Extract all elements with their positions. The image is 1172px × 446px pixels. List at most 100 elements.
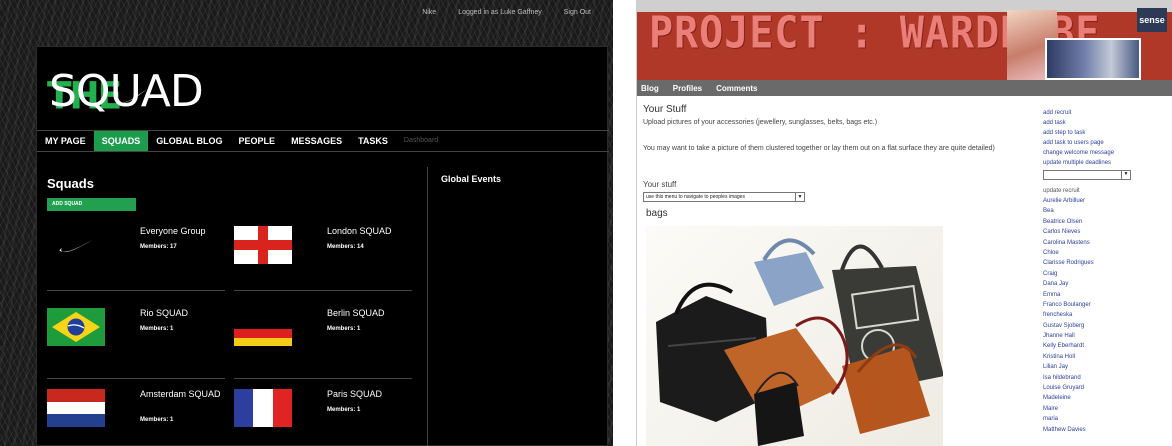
page-title: Your Stuff: [643, 104, 687, 115]
squad-card-amsterdam[interactable]: Amsterdam SQUAD Members: 1: [47, 389, 227, 446]
nav-my-page[interactable]: MY PAGE: [37, 131, 94, 151]
squad-card-everyone[interactable]: Everyone Group Members: 17: [47, 226, 228, 291]
nav-comments[interactable]: Comments: [716, 84, 757, 93]
list-item[interactable]: Matthew Davies: [1043, 425, 1143, 435]
tip-text: You may want to take a picture of them c…: [643, 145, 995, 152]
list-item[interactable]: Maire: [1043, 404, 1143, 414]
list-item[interactable]: Craig: [1043, 269, 1143, 279]
list-item[interactable]: Kelly Eberhardt: [1043, 341, 1143, 351]
squad-main-frame: THE SQUAD MY PAGE SQUADS GLOBAL BLOG PEO…: [36, 46, 609, 446]
stuff-select-label: Your stuff: [643, 180, 677, 189]
squad-members: Members: 1: [327, 326, 361, 332]
squad-members: Members: 17: [140, 244, 177, 250]
squad-app-screenshot: Nike Logged in as Luke Gaffney Sign Out …: [0, 0, 613, 446]
change-welcome-link[interactable]: change welcome message: [1043, 148, 1143, 158]
nav-dashboard[interactable]: Dashboard: [396, 131, 446, 151]
brazil-flag-icon: [47, 308, 105, 346]
recruit-heading: update recruit: [1043, 188, 1080, 194]
recruit-list: Aurelie Arbilluer Bea Beatrice Olsen Car…: [1043, 196, 1143, 435]
squad-members: Members: 14: [327, 244, 364, 250]
nav-messages[interactable]: MESSAGES: [283, 131, 350, 151]
squad-members: Members: 1: [327, 407, 361, 413]
squad-name[interactable]: Amsterdam SQUAD: [140, 389, 228, 400]
nav-blog[interactable]: Blog: [641, 84, 659, 93]
list-item[interactable]: Carolina Mastens: [1043, 238, 1143, 248]
select-value: use this menu to navigate to peoples ima…: [646, 194, 745, 200]
add-task-to-page-link[interactable]: add task to users page: [1043, 138, 1143, 148]
chevron-down-icon: ▼: [795, 193, 804, 201]
list-item[interactable]: Louise Gruyard: [1043, 383, 1143, 393]
list-item[interactable]: maria: [1043, 414, 1143, 424]
squad-card-rio[interactable]: Rio SQUAD Members: 1: [47, 308, 228, 379]
squad-name[interactable]: Paris SQUAD: [327, 389, 415, 400]
list-item[interactable]: Lilian Jay: [1043, 362, 1143, 372]
nav-tasks[interactable]: TASKS: [350, 131, 396, 151]
squad-name[interactable]: London SQUAD: [327, 226, 415, 237]
update-deadlines-link[interactable]: update multiple deadlines: [1043, 158, 1143, 168]
list-item[interactable]: Jhanne Hall: [1043, 331, 1143, 341]
add-task-link[interactable]: add task: [1043, 118, 1143, 128]
column-divider: [427, 167, 428, 446]
global-events-heading: Global Events: [441, 174, 502, 184]
top-link-nike[interactable]: Nike: [422, 9, 436, 16]
squad-name[interactable]: Rio SQUAD: [140, 308, 228, 319]
list-item[interactable]: Isa hildebrand: [1043, 373, 1143, 383]
chevron-down-icon: ▼: [1121, 171, 1130, 179]
england-flag-icon: [234, 226, 292, 264]
list-item[interactable]: Gustav Sjoberg: [1043, 321, 1143, 331]
germany-flag-icon: [234, 321, 292, 346]
squad-name[interactable]: Berlin SQUAD: [327, 308, 415, 319]
sense-logo: sense: [1137, 8, 1167, 32]
logo-squad: SQUAD: [49, 66, 204, 117]
list-item[interactable]: Clarisse Rodrigues: [1043, 258, 1143, 268]
france-flag-icon: [234, 389, 292, 427]
row-divider: [47, 378, 225, 379]
site-banner: PROJECT : WARDROBE sense: [637, 0, 1172, 80]
bags-photo[interactable]: [646, 226, 943, 446]
list-item[interactable]: Beatrice Olsen: [1043, 217, 1143, 227]
wardrobe-nav: Blog Profiles Comments: [637, 80, 1172, 96]
nav-profiles[interactable]: Profiles: [673, 84, 702, 93]
logged-in-text: Logged in as Luke Gaffney: [458, 9, 542, 16]
bags-illustration: [656, 238, 943, 446]
row-divider: [47, 290, 225, 291]
list-item[interactable]: frencheska: [1043, 310, 1143, 320]
list-item[interactable]: Bea: [1043, 206, 1143, 216]
add-recruit-link[interactable]: add recruit: [1043, 108, 1143, 118]
wardrobe-app-screenshot: PROJECT : WARDROBE sense Blog Profiles C…: [636, 0, 1172, 446]
row-divider: [234, 378, 412, 379]
section-heading: bags: [646, 208, 668, 219]
list-item[interactable]: Franco Boulanger: [1043, 300, 1143, 310]
nav-people[interactable]: PEOPLE: [231, 131, 284, 151]
the-squad-logo[interactable]: THE SQUAD: [47, 66, 204, 119]
squad-card-paris[interactable]: Paris SQUAD Members: 1: [234, 389, 414, 446]
squad-card-berlin[interactable]: Berlin SQUAD Members: 1: [234, 308, 415, 379]
squad-members: Members: 1: [140, 417, 174, 423]
list-item[interactable]: Dana Jay: [1043, 279, 1143, 289]
admin-sidebar: add recruit add task add step to task ad…: [1043, 108, 1143, 435]
nike-swoosh-icon: [47, 226, 105, 264]
list-item[interactable]: Aurelie Arbilluer: [1043, 196, 1143, 206]
add-squad-button[interactable]: ADD SQUAD: [47, 198, 136, 211]
instructions-text: Upload pictures of your accessories (jew…: [643, 119, 878, 126]
nav-squads[interactable]: SQUADS: [93, 131, 149, 151]
list-item[interactable]: Carlos Nieves: [1043, 227, 1143, 237]
banner-photo-clothes: [1045, 38, 1141, 80]
nav-global-blog[interactable]: GLOBAL BLOG: [148, 131, 230, 151]
list-item[interactable]: Madeleine: [1043, 393, 1143, 403]
main-nav: MY PAGE SQUADS GLOBAL BLOG PEOPLE MESSAG…: [37, 130, 609, 152]
row-divider: [234, 290, 412, 291]
squad-name[interactable]: Everyone Group: [140, 226, 228, 237]
list-item[interactable]: Kristina Holl: [1043, 352, 1143, 362]
list-item[interactable]: Chloe: [1043, 248, 1143, 258]
page-title: Squads: [47, 176, 94, 191]
sign-out-link[interactable]: Sign Out: [564, 9, 591, 16]
netherlands-flag-icon: [47, 389, 105, 427]
stuff-navigation-select[interactable]: use this menu to navigate to peoples ima…: [643, 192, 805, 202]
list-item[interactable]: Emma: [1043, 290, 1143, 300]
sidebar-select[interactable]: ▼: [1043, 170, 1131, 180]
squad-members: Members: 1: [140, 326, 174, 332]
top-links: Nike Logged in as Luke Gaffney Sign Out: [422, 9, 591, 16]
squad-card-london[interactable]: London SQUAD Members: 14: [234, 226, 415, 291]
add-step-link[interactable]: add step to task: [1043, 128, 1143, 138]
